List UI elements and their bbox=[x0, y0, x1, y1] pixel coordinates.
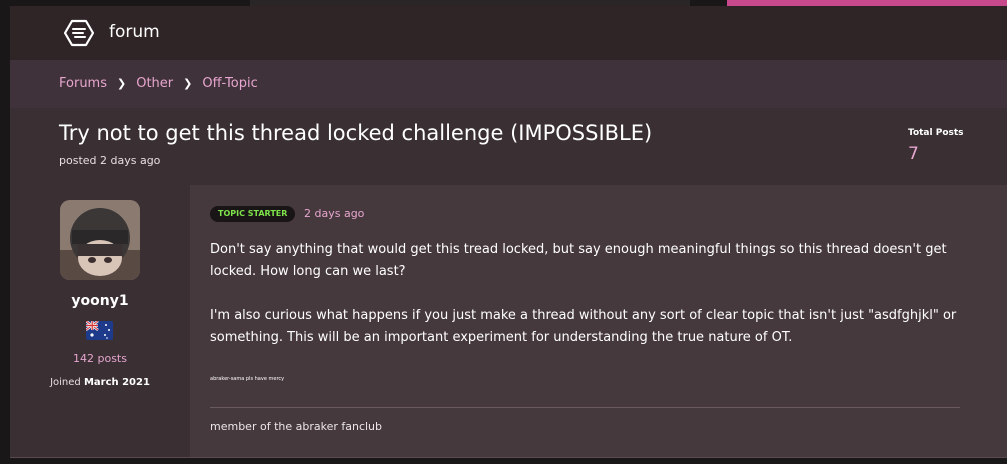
chevron-right-icon: ❯ bbox=[183, 77, 193, 90]
post-small-text: abraker-sama pls have mercy bbox=[210, 376, 285, 382]
author-post-count: 142 posts bbox=[73, 352, 127, 365]
author-joined: Joined March 2021 bbox=[10, 377, 190, 388]
avatar[interactable] bbox=[60, 200, 140, 280]
post-date[interactable]: 2 days ago bbox=[304, 207, 364, 220]
post-signature: member of the abraker fanclub bbox=[210, 420, 383, 433]
post-author-panel: yoony1 142 posts Joined March 2021 bbox=[10, 185, 190, 457]
avatar-image bbox=[60, 200, 140, 280]
post-body: Don't say anything that would get this t… bbox=[210, 239, 980, 371]
total-posts-label: Total Posts bbox=[908, 128, 964, 138]
topic-starter-badge: TOPIC STARTER bbox=[210, 206, 296, 222]
joined-label: Joined bbox=[50, 377, 81, 388]
author-username[interactable]: yoony1 bbox=[10, 293, 190, 309]
top-nav: forum bbox=[10, 6, 1007, 60]
signature-divider bbox=[210, 407, 960, 408]
post-paragraph: Don't say anything that would get this t… bbox=[210, 242, 947, 279]
breadcrumb-other[interactable]: Other bbox=[136, 76, 173, 91]
thread-header: Try not to get this thread locked challe… bbox=[10, 108, 1007, 185]
joined-date: March 2021 bbox=[83, 377, 150, 388]
thread-posted-time: posted 2 days ago bbox=[59, 154, 161, 167]
breadcrumb: Forums ❯ Other ❯ Off-Topic bbox=[59, 76, 258, 91]
breadcrumb-forums[interactable]: Forums bbox=[59, 76, 107, 91]
brand-label[interactable]: forum bbox=[109, 22, 160, 42]
chevron-right-icon: ❯ bbox=[117, 77, 127, 90]
total-posts-value: 7 bbox=[908, 144, 919, 164]
breadcrumb-off-topic[interactable]: Off-Topic bbox=[202, 76, 257, 91]
post-bottom-border bbox=[10, 457, 1007, 458]
forum-logo-icon[interactable] bbox=[64, 19, 94, 47]
post: yoony1 142 posts Joined March 2021 TOPIC… bbox=[10, 185, 1007, 457]
australia-flag-icon bbox=[86, 321, 113, 340]
post-paragraph: I'm also curious what happens if you jus… bbox=[210, 308, 957, 345]
breadcrumb-bar: Forums ❯ Other ❯ Off-Topic bbox=[10, 60, 1007, 108]
thread-title: Try not to get this thread locked challe… bbox=[59, 121, 653, 145]
